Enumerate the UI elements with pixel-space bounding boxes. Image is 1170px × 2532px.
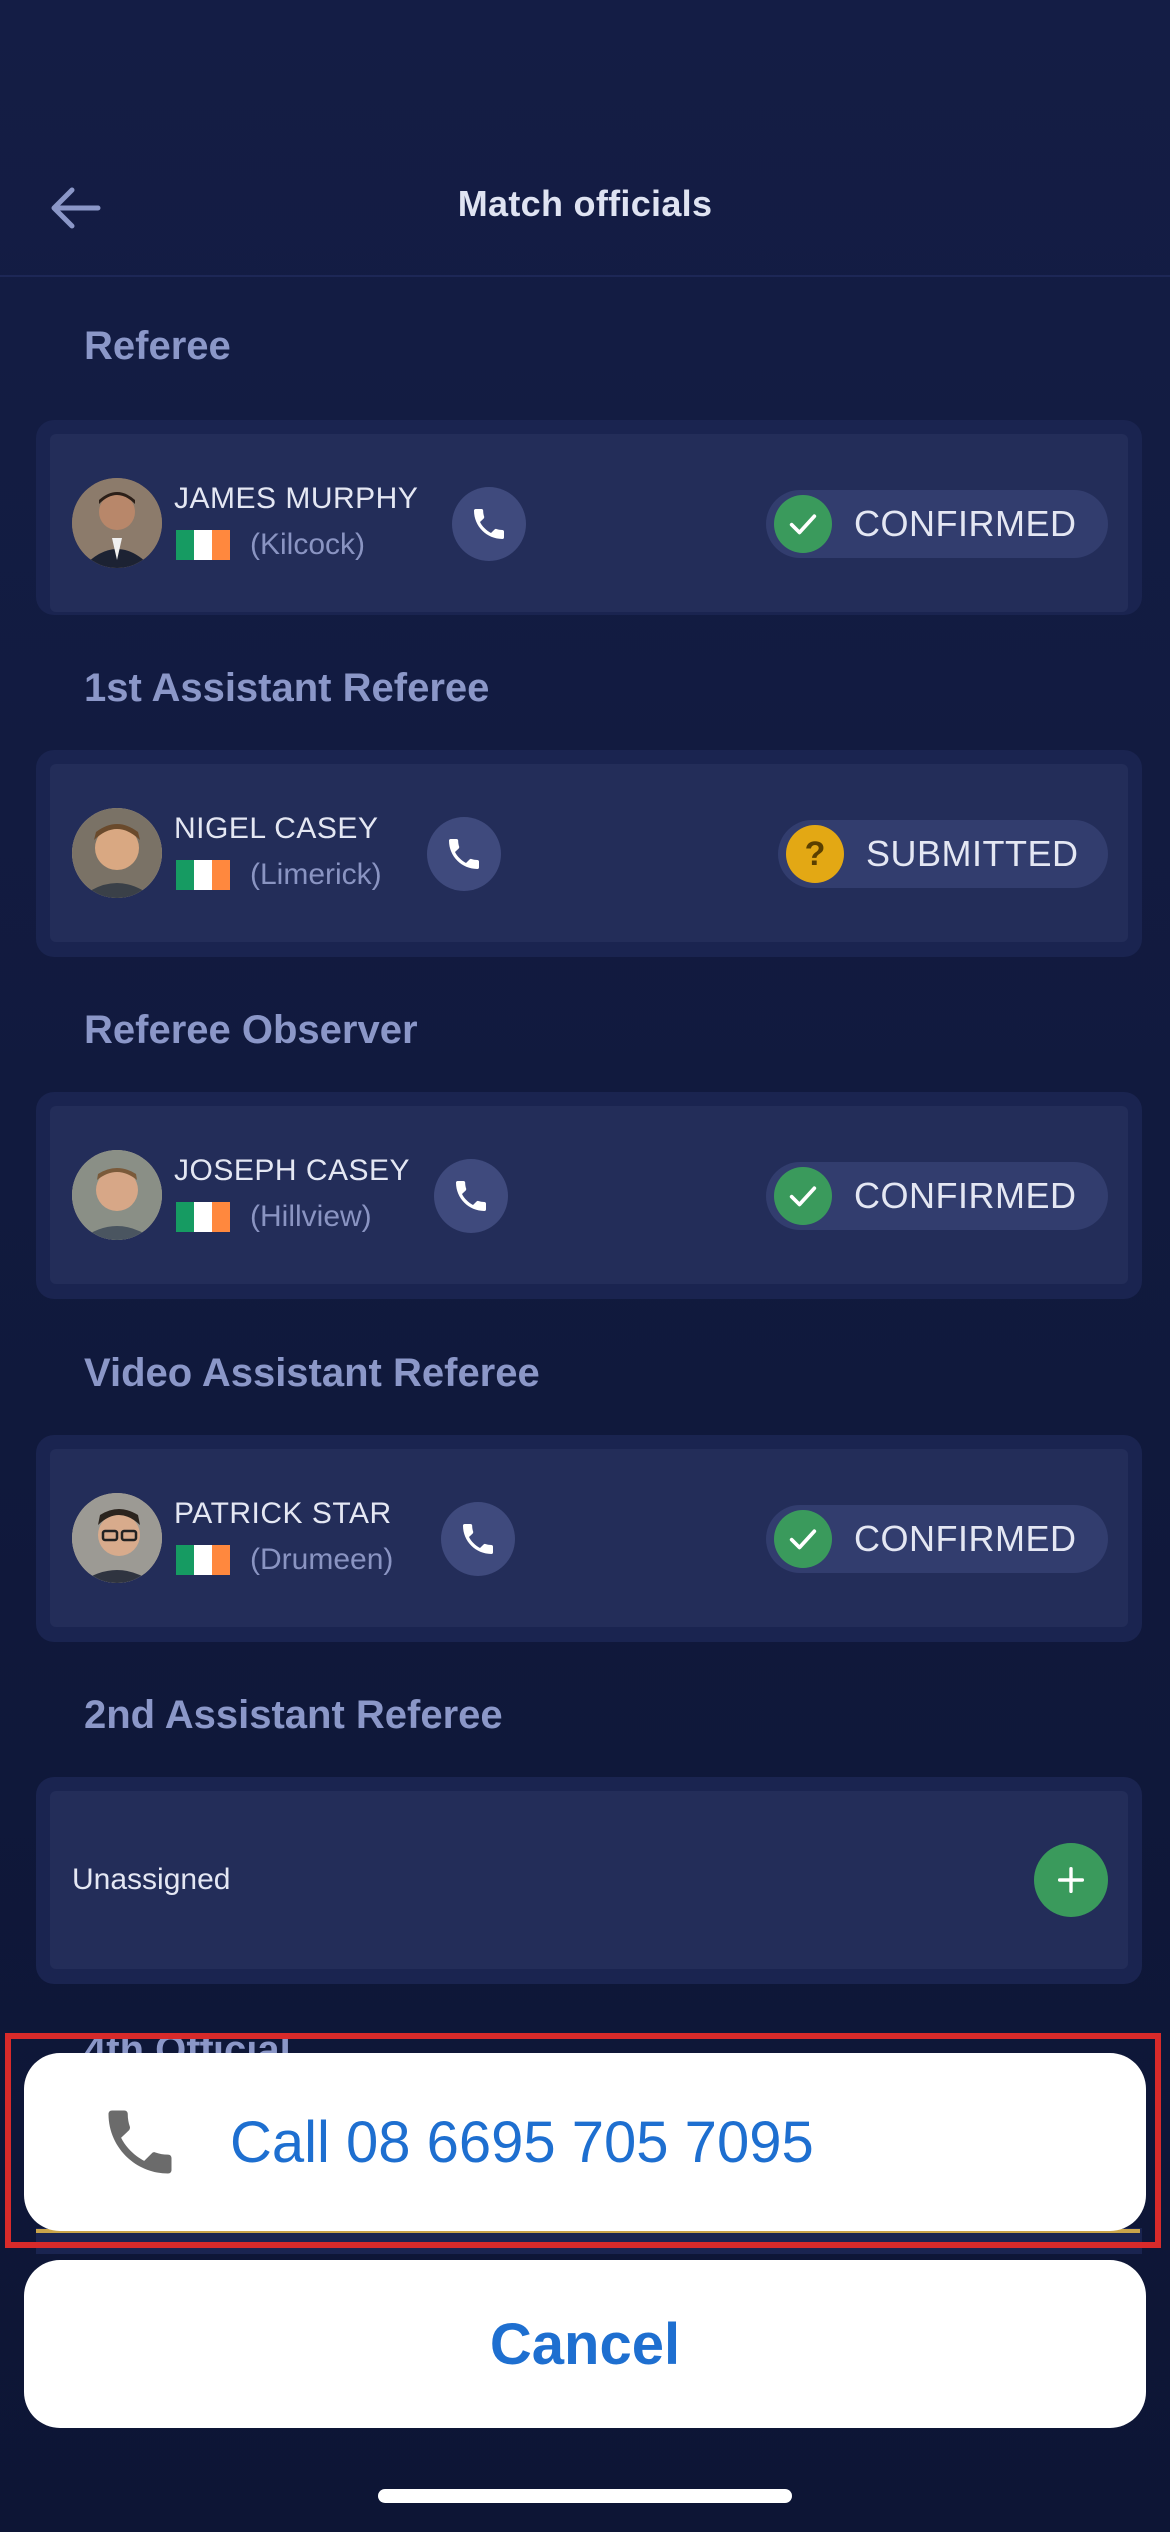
unassigned-label: Unassigned: [72, 1863, 231, 1896]
official-name: JOSEPH CASEY: [174, 1154, 411, 1187]
official-card-2nd-assistant: Unassigned: [36, 1777, 1142, 1984]
section-title-2nd-assistant-referee: 2nd Assistant Referee: [84, 1693, 503, 1737]
official-name: JAMES MURPHY: [174, 482, 419, 515]
plus-icon: [1057, 1866, 1085, 1894]
person-photo-icon: [72, 478, 162, 568]
person-photo-icon: [72, 808, 162, 898]
page-title: Match officials: [457, 183, 713, 224]
app-header: Match officials: [0, 0, 1170, 277]
official-name: PATRICK STAR: [174, 1497, 392, 1530]
ireland-flag-icon: [176, 1202, 230, 1232]
avatar: [72, 1150, 162, 1240]
status-badge: ? SUBMITTED: [778, 820, 1108, 888]
status-label: CONFIRMED: [854, 503, 1077, 544]
status-badge: CONFIRMED: [766, 1505, 1108, 1573]
official-location: (Drumeen): [250, 1543, 394, 1576]
ireland-flag-icon: [176, 1545, 230, 1575]
check-icon: [774, 1167, 832, 1225]
avatar: [72, 808, 162, 898]
phone-icon: [474, 509, 504, 539]
check-icon: [774, 495, 832, 553]
person-photo-icon: [72, 1493, 162, 1583]
status-badge: CONFIRMED: [766, 1162, 1108, 1230]
status-label: CONFIRMED: [854, 1175, 1077, 1216]
official-name: NIGEL CASEY: [174, 812, 379, 845]
ireland-flag-icon: [176, 530, 230, 560]
official-card-referee-observer: JOSEPH CASEY (Hillview) CONFIRMED: [36, 1092, 1142, 1299]
call-button[interactable]: [427, 817, 501, 891]
cancel-label: Cancel: [489, 2311, 681, 2377]
call-button[interactable]: [441, 1502, 515, 1576]
question-icon: ?: [786, 825, 844, 883]
official-location: (Limerick): [250, 858, 382, 891]
section-title-referee-observer: Referee Observer: [84, 1008, 418, 1052]
phone-icon: [463, 1524, 493, 1554]
cancel-button[interactable]: Cancel: [24, 2260, 1146, 2428]
official-location: (Hillview): [250, 1200, 372, 1233]
status-badge: CONFIRMED: [766, 490, 1108, 558]
phone-icon: [456, 1181, 486, 1211]
check-icon: [774, 1510, 832, 1568]
person-photo-icon: [72, 1150, 162, 1240]
official-card-referee: JAMES MURPHY (Kilcock) CONFIRMED: [36, 420, 1142, 615]
section-title-referee: Referee: [84, 324, 231, 368]
official-card-var: PATRICK STAR (Drumeen) CONFIRMED: [36, 1435, 1142, 1642]
section-title-video-assistant-referee: Video Assistant Referee: [84, 1351, 540, 1395]
home-indicator: [378, 2489, 792, 2503]
call-button[interactable]: [452, 487, 526, 561]
official-location: (Kilcock): [250, 528, 366, 561]
call-button[interactable]: [434, 1159, 508, 1233]
add-official-button[interactable]: [1034, 1843, 1108, 1917]
avatar: [72, 1493, 162, 1583]
phone-icon: [449, 839, 479, 869]
avatar: [72, 478, 162, 568]
status-label: SUBMITTED: [866, 833, 1079, 874]
highlight-frame: [5, 2033, 1161, 2248]
official-card-1st-assistant: NIGEL CASEY (Limerick) ? SUBMITTED: [36, 750, 1142, 957]
status-label: CONFIRMED: [854, 1518, 1077, 1559]
section-title-1st-assistant-referee: 1st Assistant Referee: [84, 666, 490, 710]
ireland-flag-icon: [176, 860, 230, 890]
